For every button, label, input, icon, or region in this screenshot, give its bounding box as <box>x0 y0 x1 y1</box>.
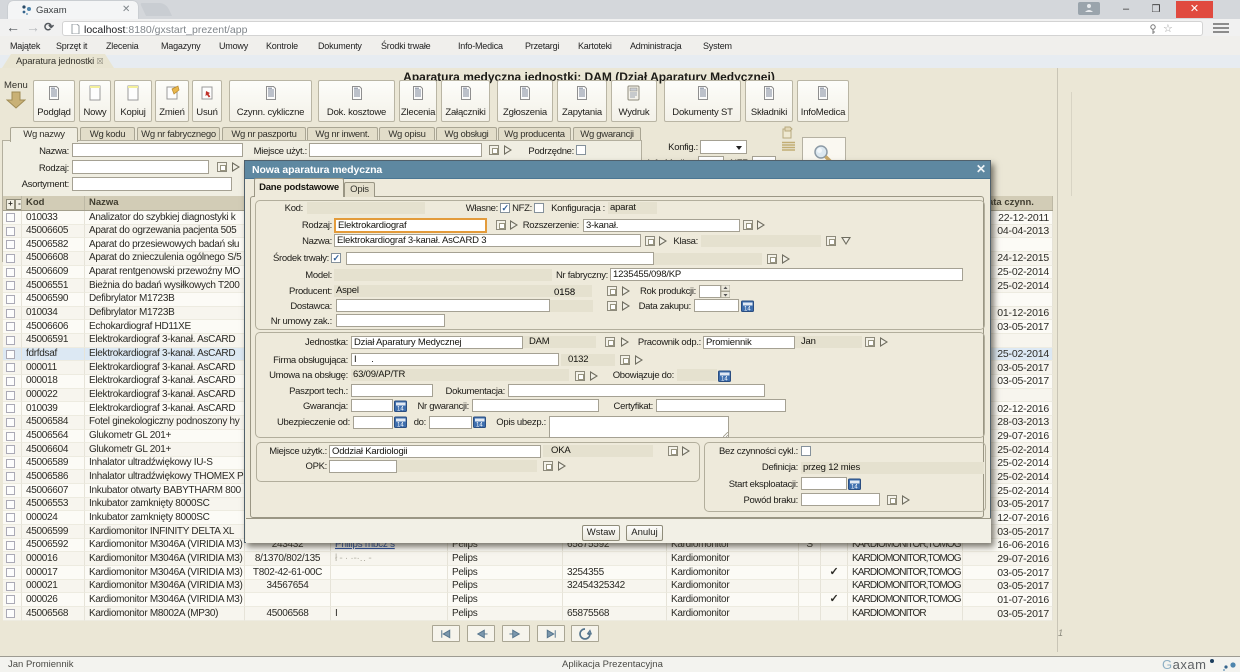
svg-text:14: 14 <box>851 485 858 491</box>
svg-text:14: 14 <box>721 377 728 383</box>
svg-text:14: 14 <box>744 307 751 313</box>
